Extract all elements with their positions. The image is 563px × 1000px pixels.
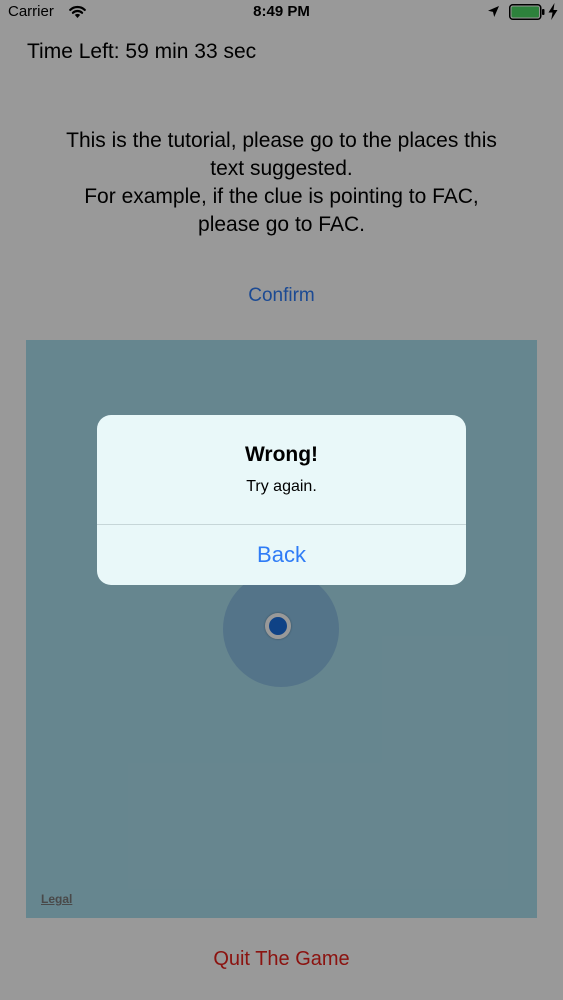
wrong-answer-alert: Wrong! Try again. Back xyxy=(97,415,466,585)
alert-message: Try again. xyxy=(246,478,317,495)
alert-back-button[interactable]: Back xyxy=(97,525,466,585)
alert-title: Wrong! xyxy=(244,443,319,466)
